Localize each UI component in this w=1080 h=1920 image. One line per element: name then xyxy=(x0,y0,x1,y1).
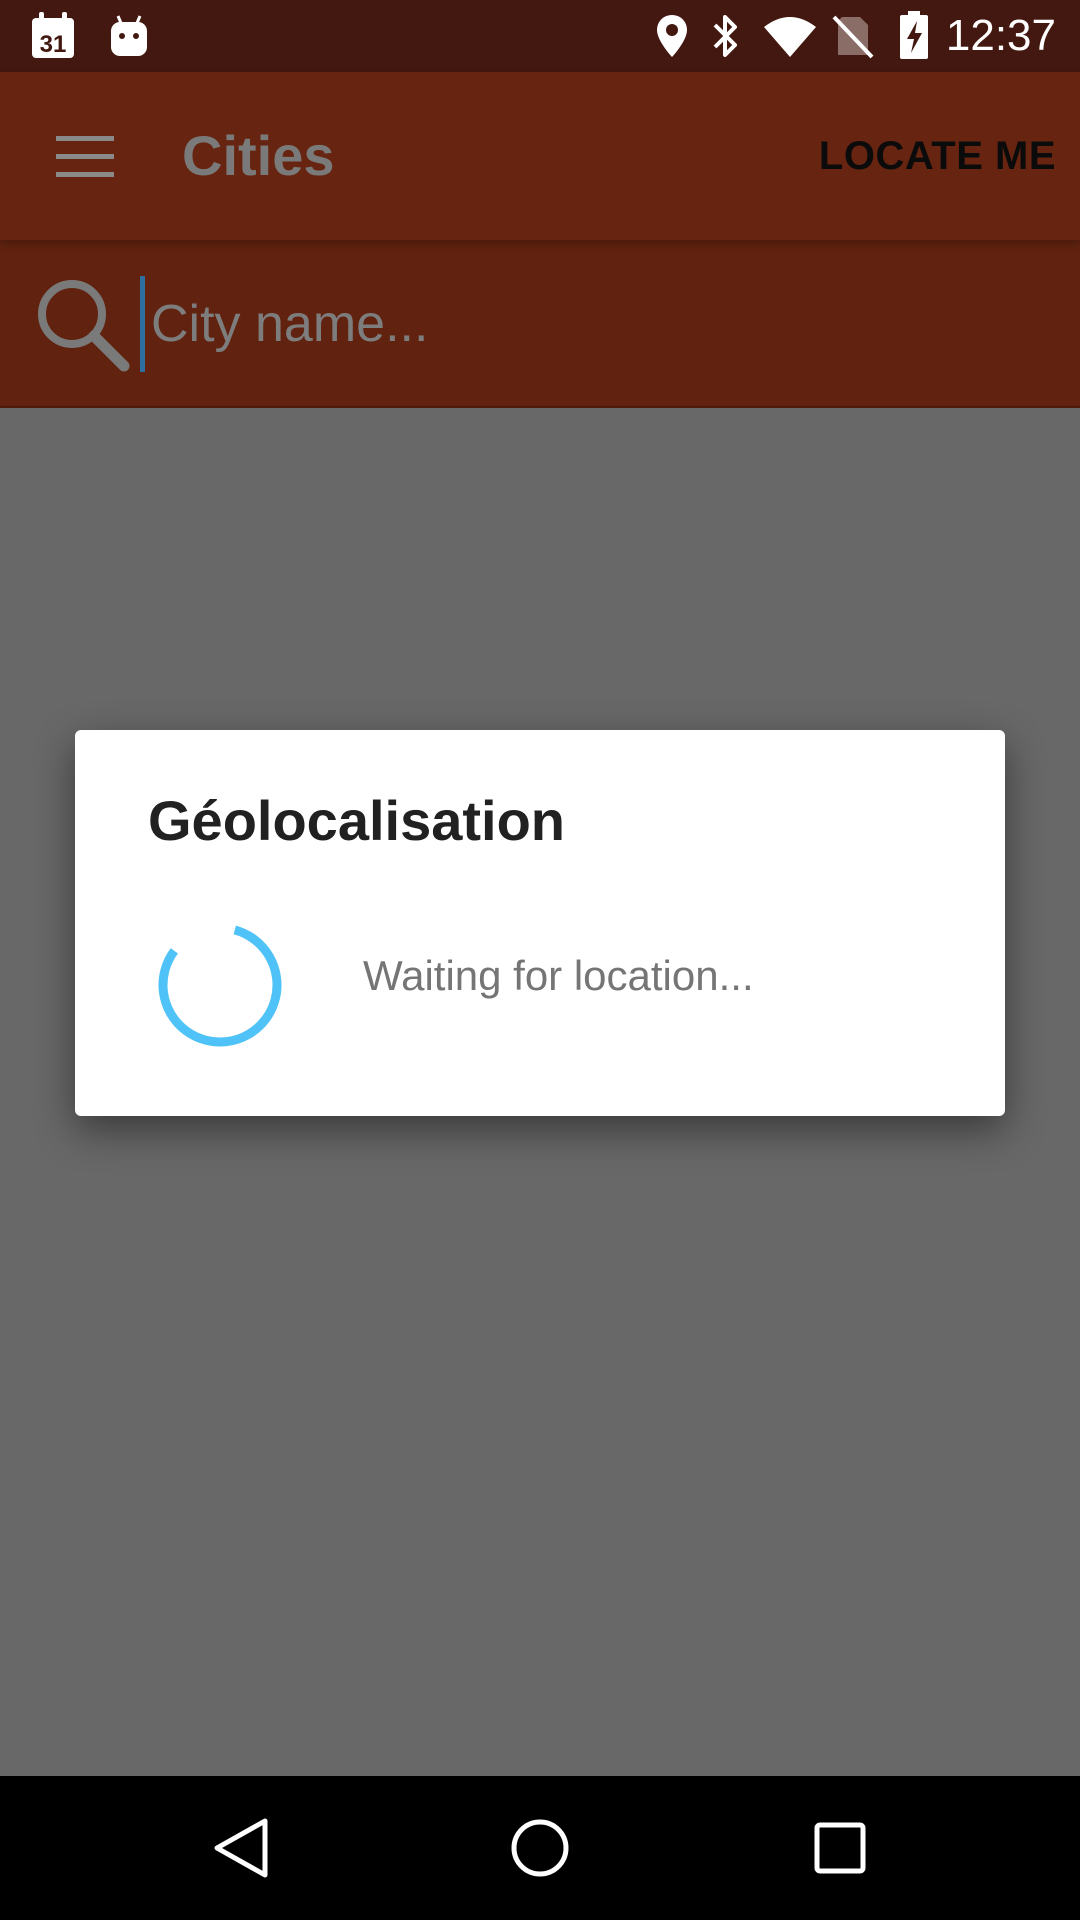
home-button[interactable] xyxy=(490,1798,590,1898)
location-icon xyxy=(650,12,694,60)
search-input[interactable] xyxy=(140,276,1031,372)
status-time: 12:37 xyxy=(945,11,1056,60)
loading-spinner-icon xyxy=(155,920,285,1050)
dialog-title: Géolocalisation xyxy=(148,789,565,852)
calendar-icon: 31 xyxy=(28,12,78,60)
navigation-bar xyxy=(0,1776,1080,1920)
back-triangle-icon xyxy=(214,1818,268,1878)
recents-button[interactable] xyxy=(790,1798,890,1898)
status-bar: 31 12:37 xyxy=(0,0,1080,72)
search-icon xyxy=(32,274,132,374)
hamburger-menu-icon xyxy=(56,136,114,177)
wifi-icon xyxy=(760,12,820,60)
geolocation-dialog: Géolocalisation Waiting for location... xyxy=(75,730,1005,1116)
back-button[interactable] xyxy=(190,1798,290,1898)
dialog-message: Waiting for location... xyxy=(363,952,754,999)
battery-charging-icon xyxy=(894,11,934,60)
calendar-day: 31 xyxy=(40,31,67,58)
home-circle-icon xyxy=(511,1819,569,1877)
bluetooth-icon xyxy=(706,12,746,60)
locate-me-button[interactable]: LOCATE ME xyxy=(819,72,1056,240)
android-icon xyxy=(104,12,154,60)
app-bar: Cities LOCATE ME xyxy=(0,72,1080,240)
menu-button[interactable] xyxy=(40,112,130,202)
app-title: Cities xyxy=(182,124,335,187)
recents-square-icon xyxy=(814,1822,866,1874)
search-bar xyxy=(0,240,1080,408)
no-sim-icon xyxy=(830,12,876,60)
